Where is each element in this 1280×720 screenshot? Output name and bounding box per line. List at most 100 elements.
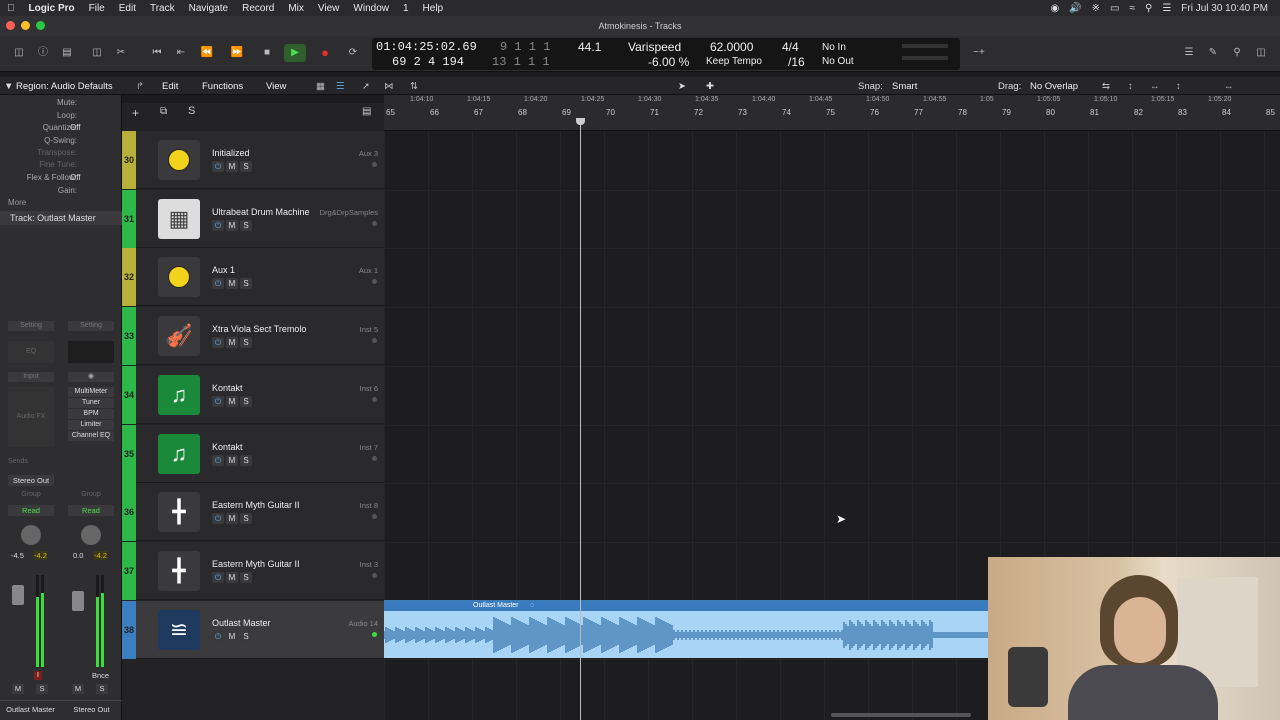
add-track-icon[interactable]: + <box>132 106 139 120</box>
track-header-34[interactable]: 34 ♫ Kontakt Inst 6 ⏻ M S <box>122 365 384 424</box>
snap-select[interactable]: Smart <box>892 81 917 92</box>
track-name[interactable]: Kontakt <box>212 442 243 452</box>
track-number[interactable]: 38 <box>122 600 136 659</box>
track-name[interactable]: Eastern Myth Guitar II <box>212 559 300 569</box>
pan-knob-right[interactable] <box>81 525 101 545</box>
power-icon[interactable]: ⏻ <box>212 513 224 525</box>
lcd-tempo[interactable]: 62.0000 <box>710 40 753 54</box>
secondary-tool-icon[interactable]: ✚ <box>706 81 714 92</box>
setting-button-left[interactable]: Setting <box>8 321 54 331</box>
fader-right[interactable] <box>72 591 84 611</box>
timeline-ruler[interactable]: 1:04:10 1:04:15 1:04:20 1:04:25 1:04:30 1:04:… <box>384 95 1280 131</box>
play-from-selection-icon[interactable]: ⇤ <box>170 44 192 62</box>
track-header-31[interactable]: 31 ▦ Ultrabeat Drum Machine Drg&DrpSamples ⏻… <box>122 189 384 248</box>
cycle-icon[interactable]: ⟳ <box>342 44 364 62</box>
channel-strip-name-right[interactable]: Stereo Out <box>61 700 122 720</box>
rewind-icon[interactable]: ⏪ <box>196 44 218 62</box>
fast-forward-icon[interactable]: ⏩ <box>226 44 248 62</box>
editors-icon[interactable]: ✂ <box>110 44 132 62</box>
drag-select[interactable]: No Overlap <box>1030 81 1078 92</box>
menu-help[interactable]: Help <box>416 3 451 14</box>
track-number[interactable]: 31 <box>122 189 136 248</box>
track-header-30[interactable]: 30 Initialized Aux 3 ⏻ M S <box>122 131 384 189</box>
power-icon[interactable]: ⏻ <box>212 454 224 466</box>
plugin-tuner[interactable]: Tuner <box>68 398 114 408</box>
list-view-icon[interactable]: ☰ <box>336 81 345 92</box>
automation-icon[interactable]: ➚ <box>362 81 370 92</box>
volume-value-right[interactable]: 0.0 <box>73 551 83 560</box>
lcd-keep-tempo[interactable]: Keep Tempo <box>706 56 762 67</box>
pointer-tool-icon[interactable]: ➤ <box>678 81 686 92</box>
smart-controls-icon[interactable]: ◫ <box>86 44 108 62</box>
fit-horizontal-icon[interactable]: ↔ <box>1150 81 1160 92</box>
notepad-icon[interactable]: ✎ <box>1202 44 1224 62</box>
mute-button[interactable]: M <box>226 630 238 642</box>
solo-button[interactable]: S <box>240 513 252 525</box>
menu-navigate[interactable]: Navigate <box>182 3 235 14</box>
track-name[interactable]: Xtra Viola Sect Tremolo <box>212 324 306 334</box>
inspector-flex-value[interactable]: Off <box>70 173 81 182</box>
list-editors-icon[interactable]: ☰ <box>1178 44 1200 62</box>
track-number[interactable]: 33 <box>122 307 136 366</box>
track-name[interactable]: Kontakt <box>212 383 243 393</box>
track-name[interactable]: Initialized <box>212 148 250 158</box>
record-enable-button[interactable]: I <box>34 671 42 680</box>
track-number[interactable]: 35 <box>122 424 136 483</box>
solo-button[interactable]: S <box>240 161 252 172</box>
mute-button[interactable]: M <box>226 278 238 290</box>
menu-edit[interactable]: Edit <box>112 3 143 14</box>
group-slot-left[interactable]: Group <box>8 491 54 501</box>
solo-button-left[interactable]: S <box>36 684 48 694</box>
horizontal-scrollbar[interactable] <box>831 713 971 717</box>
input-link-icon[interactable]: ◉ <box>68 372 114 382</box>
menu-app[interactable]: Logic Pro <box>22 3 82 14</box>
solo-button[interactable]: S <box>240 395 252 407</box>
view-menu[interactable]: View <box>266 81 286 92</box>
grid-view-icon[interactable]: ▦ <box>316 81 325 92</box>
horizontal-zoom-icon[interactable]: ↔ <box>1224 81 1234 92</box>
track-icon-drum-machine[interactable]: ▦ <box>158 198 200 239</box>
setting-button-right[interactable]: Setting <box>68 321 114 331</box>
lcd-division[interactable]: /16 <box>788 55 805 69</box>
track-number[interactable]: 34 <box>122 365 136 424</box>
solo-button[interactable]: S <box>240 630 252 642</box>
eq-slot-right[interactable] <box>68 341 114 363</box>
power-icon[interactable]: ⏻ <box>212 630 224 642</box>
disclosure-icon[interactable]: ▼ <box>4 81 13 92</box>
inspector-more[interactable]: More <box>8 198 26 207</box>
mute-button[interactable]: M <box>226 454 238 466</box>
toolbar-icon[interactable]: ▤ <box>56 44 78 62</box>
loop-browser-icon[interactable]: ⚲ <box>1226 44 1248 62</box>
menu-1[interactable]: 1 <box>396 3 416 14</box>
track-number[interactable]: 37 <box>122 541 136 600</box>
track-icon-note[interactable]: ♫ <box>158 433 200 474</box>
track-header-38[interactable]: 38 ≌ Outlast Master Audio 14 ⏻ M S <box>122 600 384 659</box>
solo-button[interactable]: S <box>240 278 252 290</box>
track-name[interactable]: Eastern Myth Guitar II <box>212 500 300 510</box>
audio-region[interactable]: Outlast Master ◌ <box>384 600 989 658</box>
track-header-35[interactable]: 35 ♫ Kontakt Inst 7 ⏻ M S <box>122 424 384 483</box>
automation-read-right[interactable]: Read <box>68 505 114 516</box>
power-icon[interactable]: ⏻ <box>212 571 224 583</box>
go-to-beginning-icon[interactable]: ⏮ <box>146 44 168 62</box>
menubar-clock[interactable]: Fri Jul 30 10:40 PM <box>1181 3 1268 14</box>
mute-button[interactable]: M <box>226 513 238 525</box>
lcd-time-signature[interactable]: 4/4 <box>782 40 799 54</box>
menu-mix[interactable]: Mix <box>281 3 311 14</box>
track-header-32[interactable]: 32 Aux 1 Aux 1 ⏻ M S <box>122 248 384 307</box>
menu-track[interactable]: Track <box>143 3 182 14</box>
power-icon[interactable]: ⏻ <box>212 395 224 407</box>
power-icon[interactable]: ⏻ <box>212 161 224 172</box>
fit-vertical-icon[interactable]: ↕ <box>1128 81 1133 92</box>
mute-button[interactable]: M <box>226 337 238 349</box>
track-header-33[interactable]: 33 🎻 Xtra Viola Sect Tremolo Inst 5 ⏻ M S <box>122 307 384 366</box>
track-header-37[interactable]: 37 ╋ Eastern Myth Guitar II Inst 3 ⏻ M S <box>122 541 384 600</box>
browser-icon[interactable]: ◫ <box>1250 44 1272 62</box>
track-icon-knob[interactable] <box>158 140 200 180</box>
power-icon[interactable]: ⏻ <box>212 337 224 349</box>
close-window-button[interactable] <box>6 21 15 30</box>
track-number[interactable]: 30 <box>122 131 136 189</box>
duplicate-track-icon[interactable]: ⧉ <box>160 106 167 117</box>
mute-button-right[interactable]: M <box>72 684 84 694</box>
zoom-window-button[interactable] <box>36 21 45 30</box>
